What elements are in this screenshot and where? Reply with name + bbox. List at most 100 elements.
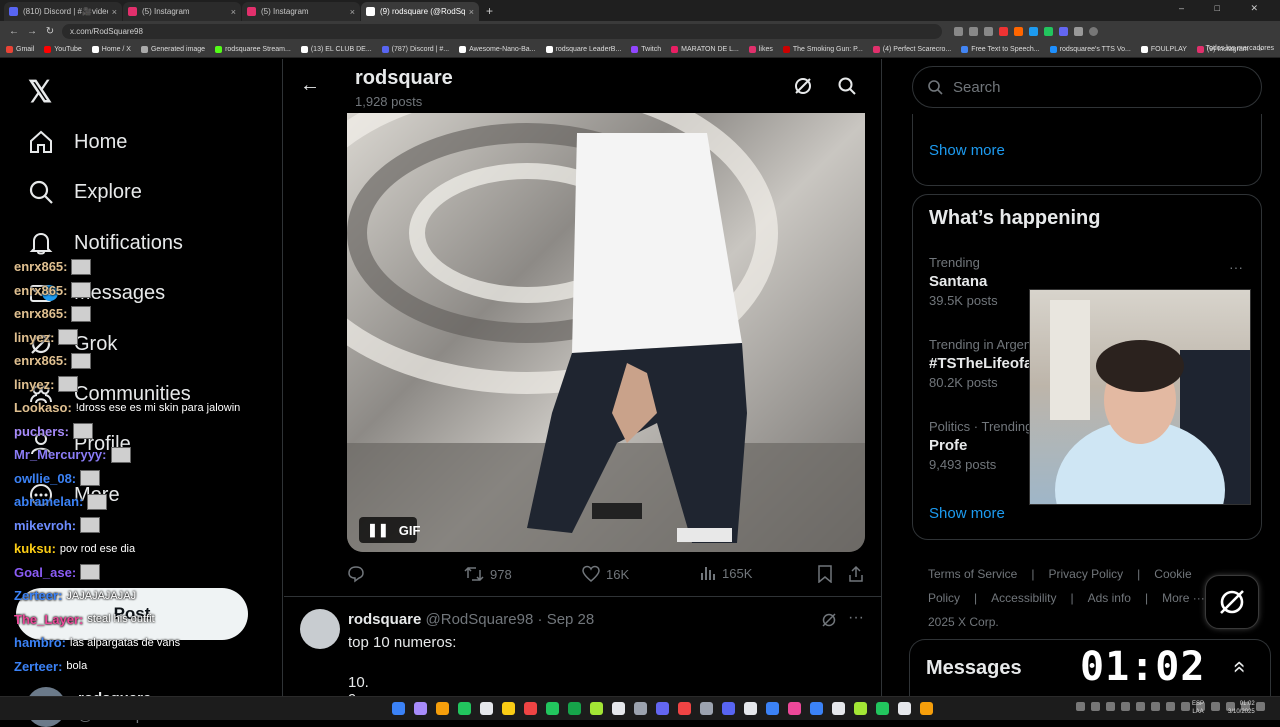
- taskbar-app-icon[interactable]: [810, 702, 823, 715]
- reply-button[interactable]: [347, 565, 365, 583]
- more-icon[interactable]: ···: [1229, 259, 1243, 275]
- profile-avatar-icon[interactable]: [1089, 26, 1098, 36]
- gif-media[interactable]: ❚❚ GIF: [347, 113, 865, 552]
- tray-icon[interactable]: [1121, 702, 1130, 711]
- extension-icon[interactable]: [969, 26, 978, 36]
- tray-icon[interactable]: [1166, 702, 1175, 711]
- grok-icon[interactable]: [793, 76, 813, 101]
- messages-drawer[interactable]: Messages 01:02 »: [909, 639, 1271, 696]
- extension-icon[interactable]: [1014, 26, 1023, 36]
- pause-icon[interactable]: ❚❚: [367, 522, 389, 538]
- back-arrow-icon[interactable]: ←: [300, 74, 320, 97]
- tray-icon[interactable]: [1211, 702, 1220, 711]
- tweet-author-handle[interactable]: @RodSquare98: [426, 611, 534, 628]
- bookmark-item[interactable]: YouTube: [44, 45, 82, 53]
- taskbar-app-icon[interactable]: [436, 702, 449, 715]
- browser-tab[interactable]: (9) rodsquare (@RodSquare98) ×: [361, 2, 479, 21]
- nav-item-explore[interactable]: Explore: [28, 179, 142, 205]
- tray-icon[interactable]: [1151, 702, 1160, 711]
- taskbar-app-icon[interactable]: [480, 702, 493, 715]
- taskbar-app-icon[interactable]: [898, 702, 911, 715]
- browser-tab[interactable]: (5) Instagram ×: [242, 2, 360, 21]
- bookmark-item[interactable]: Twitch: [631, 45, 661, 53]
- taskbar-app-icon[interactable]: [612, 702, 625, 715]
- taskbar-app-icon[interactable]: [590, 702, 603, 715]
- taskbar-app-icon[interactable]: [656, 702, 669, 715]
- tab-close-icon[interactable]: ×: [350, 7, 355, 17]
- taskbar-app-icon[interactable]: [766, 702, 779, 715]
- footer-link[interactable]: Terms of Service: [928, 567, 1017, 581]
- tray-icon[interactable]: [1076, 702, 1085, 711]
- footer-link[interactable]: More ···: [1162, 591, 1205, 605]
- taskbar-app-icon[interactable]: [414, 702, 427, 715]
- views-button[interactable]: 165K: [700, 565, 752, 581]
- repost-button[interactable]: 978: [464, 565, 512, 583]
- x-logo-icon[interactable]: 𝕏: [28, 75, 52, 110]
- extension-icon[interactable]: [984, 26, 993, 36]
- bookmark-item[interactable]: (13) EL CLUB DE...: [300, 45, 372, 53]
- gif-badge[interactable]: ❚❚ GIF: [359, 517, 420, 543]
- search-input[interactable]: Search: [912, 66, 1262, 108]
- tray-icon[interactable]: [1256, 702, 1265, 711]
- bookmark-item[interactable]: Free Text to Speech...: [961, 45, 1040, 53]
- taskbar-app-icon[interactable]: [920, 702, 933, 715]
- grok-icon[interactable]: [821, 612, 837, 633]
- trend-item[interactable]: Politics · Trending Profe 9,493 posts: [929, 419, 1032, 472]
- tab-close-icon[interactable]: ×: [469, 7, 474, 17]
- bookmark-button[interactable]: [817, 565, 833, 583]
- language-indicator[interactable]: ESP LAA: [1192, 700, 1204, 716]
- new-tab-button[interactable]: +: [486, 2, 493, 21]
- nav-item-notifications[interactable]: Notifications: [28, 230, 183, 256]
- bookmark-item[interactable]: FOULPLAY: [1140, 45, 1187, 53]
- extension-icon[interactable]: [1059, 26, 1068, 36]
- taskbar-app-icon[interactable]: [744, 702, 757, 715]
- trend-item[interactable]: Trending Santana 39.5K posts: [929, 255, 998, 308]
- bookmark-item[interactable]: Gmail: [6, 45, 34, 53]
- footer-link[interactable]: Ads info: [1088, 591, 1131, 605]
- extension-icon[interactable]: [1044, 26, 1053, 36]
- bookmark-item[interactable]: rodsquare LeaderB...: [545, 45, 621, 53]
- back-icon[interactable]: ←: [8, 26, 20, 37]
- taskbar-app-icon[interactable]: [832, 702, 845, 715]
- footer-link[interactable]: Accessibility: [991, 591, 1056, 605]
- expand-chevron-icon[interactable]: »: [1225, 661, 1251, 673]
- taskbar-app-icon[interactable]: [788, 702, 801, 715]
- bookmark-item[interactable]: likes: [748, 45, 773, 53]
- bookmark-item[interactable]: (787) Discord | #...: [381, 45, 449, 53]
- taskbar-app-icon[interactable]: [700, 702, 713, 715]
- browser-tab[interactable]: (5) Instagram ×: [123, 2, 241, 21]
- nav-item-home[interactable]: Home: [28, 129, 127, 155]
- taskbar-app-icon[interactable]: [722, 702, 735, 715]
- reload-icon[interactable]: ↻: [44, 26, 56, 37]
- bookmark-item[interactable]: rodsquaree's TTS Vo...: [1049, 45, 1131, 53]
- extension-icon[interactable]: [999, 26, 1008, 36]
- extension-icon[interactable]: [1029, 26, 1038, 36]
- tray-icon[interactable]: [1106, 702, 1115, 711]
- taskbar-app-icon[interactable]: [458, 702, 471, 715]
- taskbar-app-icon[interactable]: [678, 702, 691, 715]
- bookmark-item[interactable]: MARATON DE L...: [671, 45, 739, 53]
- tray-icon[interactable]: [1181, 702, 1190, 711]
- share-button[interactable]: [848, 565, 864, 583]
- show-more-link[interactable]: Show more: [929, 142, 1005, 159]
- search-icon[interactable]: [837, 76, 857, 101]
- footer-link[interactable]: Privacy Policy: [1048, 567, 1123, 581]
- tweet-author-name[interactable]: rodsquare: [348, 611, 421, 628]
- taskbar-app-icon[interactable]: [568, 702, 581, 715]
- avatar[interactable]: [300, 609, 340, 649]
- taskbar-app-icon[interactable]: [502, 702, 515, 715]
- all-bookmarks-button[interactable]: Todos los marcadores: [1206, 45, 1274, 52]
- taskbar-app-icon[interactable]: [546, 702, 559, 715]
- browser-tab[interactable]: (810) Discord | #🎥videos-crea ×: [4, 2, 122, 21]
- tab-close-icon[interactable]: ×: [231, 7, 236, 17]
- bookmark-item[interactable]: The Smoking Gun: P...: [782, 45, 863, 53]
- url-field[interactable]: x.com/RodSquare98: [62, 23, 942, 39]
- show-more-link[interactable]: Show more: [929, 505, 1005, 522]
- like-button[interactable]: 16K: [582, 565, 629, 583]
- tray-icon[interactable]: [1091, 702, 1100, 711]
- taskbar-app-icon[interactable]: [524, 702, 537, 715]
- more-icon[interactable]: ···: [848, 609, 864, 627]
- bookmark-item[interactable]: Awesome-Nano-Ba...: [459, 45, 536, 53]
- tray-icon[interactable]: [1136, 702, 1145, 711]
- bookmark-item[interactable]: rodsquaree Stream...: [215, 45, 291, 53]
